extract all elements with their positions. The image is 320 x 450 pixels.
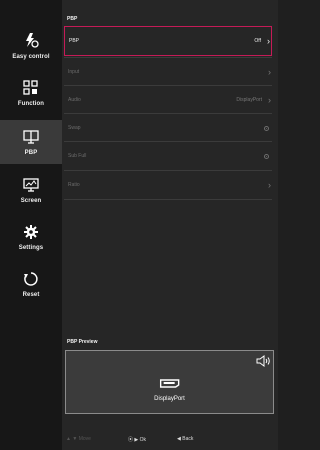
- row-label: Input: [68, 69, 80, 75]
- menu-row-swap[interactable]: Swap: [64, 113, 272, 142]
- menu-row-sub-full[interactable]: Sub Full: [64, 141, 272, 170]
- speaker-icon: [256, 354, 271, 367]
- main-panel: PBP PBP Off › Input › Audio DisplayPort …: [62, 0, 278, 450]
- sidebar: Easy control Function PBP Screen Setting…: [0, 0, 62, 450]
- row-label: Ratio: [68, 182, 80, 188]
- back-label: Back: [182, 436, 194, 442]
- menu-row-input[interactable]: Input ›: [64, 57, 272, 86]
- sidebar-item-pbp[interactable]: PBP: [0, 120, 62, 164]
- sidebar-item-easy-control[interactable]: Easy control: [0, 24, 62, 68]
- port-label: DisplayPort: [154, 396, 185, 402]
- sidebar-item-screen[interactable]: Screen: [0, 168, 62, 212]
- screen-monitor-icon: [22, 176, 40, 194]
- ok-label: Ok: [139, 437, 147, 443]
- menu-row-audio[interactable]: Audio DisplayPort ›: [64, 85, 272, 114]
- row-value: DisplayPort: [236, 97, 262, 103]
- reset-icon: [22, 270, 40, 288]
- sidebar-item-label: Settings: [18, 245, 44, 251]
- pbp-preview-box: DisplayPort: [65, 350, 274, 414]
- section-title: PBP: [67, 16, 78, 22]
- row-label: Audio: [68, 97, 81, 103]
- footer-hints: ▲ ▼ Move ⦿ ▶ Ok ◀ Back: [62, 430, 278, 450]
- sidebar-item-label: Function: [17, 101, 45, 107]
- row-label: Swap: [68, 125, 81, 131]
- displayport-preview: DisplayPort: [154, 375, 185, 402]
- sidebar-item-label: Screen: [20, 198, 42, 204]
- displayport-icon: [159, 375, 180, 393]
- row-label: PBP: [69, 38, 80, 44]
- chevron-right-icon: ›: [268, 66, 271, 77]
- radio-icon: [264, 153, 269, 159]
- chevron-right-icon: ›: [267, 35, 270, 46]
- sidebar-item-function[interactable]: Function: [0, 71, 62, 115]
- preview-title: PBP Preview: [67, 339, 98, 345]
- pbp-monitor-icon: [22, 128, 40, 146]
- row-value: Off: [254, 38, 261, 44]
- sidebar-item-settings[interactable]: Settings: [0, 215, 62, 259]
- move-hint: ▲ ▼ Move: [66, 436, 91, 442]
- radio-icon: [264, 125, 269, 131]
- ok-hint[interactable]: ⦿ ▶ Ok: [128, 436, 146, 443]
- sidebar-item-label: Easy control: [12, 54, 50, 60]
- divider: [64, 199, 272, 201]
- menu-row-pbp[interactable]: PBP Off ›: [64, 26, 272, 56]
- chevron-right-icon: ›: [268, 179, 271, 190]
- back-hint[interactable]: ◀ Back: [177, 436, 193, 442]
- chevron-right-icon: ›: [268, 94, 271, 105]
- move-label: Move: [78, 436, 91, 442]
- gear-icon: [22, 223, 40, 241]
- sidebar-item-label: Reset: [22, 292, 40, 298]
- menu-row-ratio[interactable]: Ratio ›: [64, 170, 272, 199]
- function-grid-icon: [22, 79, 40, 97]
- joystick-ok-icon: ⦿ ▶: [128, 437, 139, 443]
- arrow-left-icon: ◀: [177, 436, 181, 442]
- row-label: Sub Full: [68, 153, 87, 159]
- sidebar-item-reset[interactable]: Reset: [0, 262, 62, 306]
- lightning-gear-icon: [22, 32, 40, 50]
- sidebar-item-label: PBP: [24, 150, 38, 156]
- arrow-up-down-icon: ▲ ▼: [66, 436, 78, 442]
